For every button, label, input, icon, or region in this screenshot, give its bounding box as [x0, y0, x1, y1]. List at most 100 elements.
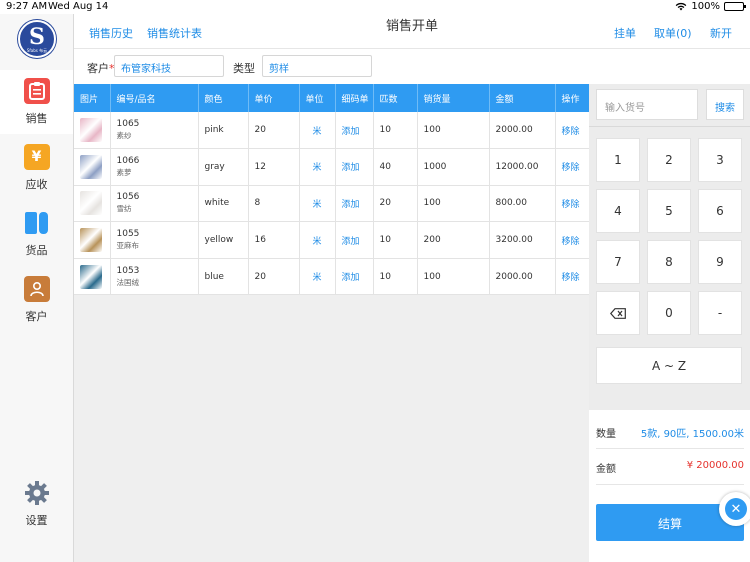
code-name-cell: 1065 素纱 [110, 112, 199, 150]
yen-icon: ¥ [23, 144, 50, 170]
order-summary: 数量 5款, 90匹, 1500.00米 金额 ¥ 20000.00 结算 ✕ [589, 410, 750, 562]
price-cell: 12 [248, 148, 300, 186]
unit-cell[interactable]: 米 [299, 185, 336, 223]
key-6[interactable]: 6 [698, 189, 742, 233]
sales-stats-link[interactable]: 销售统计表 [147, 25, 202, 41]
quantity-cell: 100 [417, 112, 490, 150]
logo-sub: Sfabs 布云 [26, 47, 48, 53]
unit-cell[interactable]: 米 [299, 221, 336, 259]
item-name: 雪纺 [116, 204, 132, 214]
table-row: 1053 法国绒 blue 20 米添加 10 100 2000.00 移除 [74, 258, 590, 296]
close-icon: ✕ [725, 498, 747, 520]
add-detail-button[interactable]: 添加 [335, 258, 374, 296]
color-cell: pink [198, 112, 249, 150]
key-5[interactable]: 5 [647, 189, 691, 233]
status-bar: 9:27 AM Wed Aug 14 100% [0, 0, 750, 14]
unit-cell[interactable]: 米 [299, 112, 336, 150]
key-backspace[interactable] [596, 291, 640, 335]
price-cell: 20 [248, 258, 300, 296]
app-logo: S Sfabs 布云 [18, 20, 56, 58]
remove-button[interactable]: 移除 [555, 185, 590, 223]
column-header: 匹数 [373, 84, 418, 112]
divider [589, 126, 750, 127]
divider [596, 484, 744, 485]
retrieve-order-button[interactable]: 取单(0) [654, 25, 692, 41]
status-date: Wed Aug 14 [48, 1, 109, 12]
table-row: 1066 素萝 gray 12 米添加 40 1000 12000.00 移除 [74, 148, 590, 186]
key-8[interactable]: 8 [647, 240, 691, 284]
sidebar-item-label: 货品 [25, 244, 48, 257]
pieces-cell: 10 [373, 112, 418, 150]
table-row: 1056 雪纺 white 8 米添加 20 100 800.00 移除 [74, 185, 590, 223]
fabric-roll-icon [24, 210, 50, 236]
code-name-cell: 1066 素萝 [110, 148, 199, 186]
new-order-button[interactable]: 新开 [710, 25, 732, 41]
add-detail-button[interactable]: 添加 [335, 148, 374, 186]
key-minus[interactable]: - [698, 291, 742, 335]
item-name: 法国绒 [116, 277, 140, 287]
amount-cell: 2000.00 [489, 258, 556, 296]
pieces-cell: 40 [373, 148, 418, 186]
battery-icon [724, 2, 746, 11]
item-code: 1066 [116, 155, 140, 166]
code-name-cell: 1055 亚麻布 [110, 221, 199, 259]
add-detail-button[interactable]: 添加 [335, 221, 374, 259]
add-detail-button[interactable]: 添加 [335, 112, 374, 150]
color-cell: gray [198, 148, 249, 186]
swatch-cell [74, 258, 111, 296]
sidebar-item-label: 设置 [25, 514, 48, 527]
swatch-cell [74, 112, 111, 150]
amount-row: 金额 ¥ 20000.00 [596, 460, 744, 475]
key-1[interactable]: 1 [596, 138, 640, 182]
type-field[interactable]: 剪样 [262, 55, 372, 77]
sidebar-item-customers[interactable]: 客户 [0, 268, 73, 332]
amount-cell: 12000.00 [489, 148, 556, 186]
amount-value: ¥ 20000.00 [686, 460, 744, 471]
key-7[interactable]: 7 [596, 240, 640, 284]
wifi-icon [676, 2, 687, 11]
swatch-cell [74, 185, 111, 223]
status-right: 100% [675, 1, 746, 12]
swatch-cell [74, 221, 111, 259]
sidebar-item-sales[interactable]: 销售 [0, 70, 73, 134]
key-9[interactable]: 9 [698, 240, 742, 284]
order-table-area: 图片 编号/品名 颜色 单价 单位 细码单 匹数 销货量 金额 操作 1065 素… [74, 84, 590, 562]
quantity-row: 数量 5款, 90匹, 1500.00米 [596, 425, 744, 440]
sidebar: S Sfabs 布云 销售 ¥ 应收 货品 客户 设置 [0, 14, 74, 562]
search-button[interactable]: 搜索 [706, 89, 744, 120]
remove-button[interactable]: 移除 [555, 148, 590, 186]
remove-button[interactable]: 移除 [555, 221, 590, 259]
item-name: 素萝 [116, 167, 132, 177]
remove-button[interactable]: 移除 [555, 112, 590, 150]
pieces-cell: 10 [373, 258, 418, 296]
right-panel: 输入货号 搜索 123 456 7890- A ~ Z 数量 5款, 90匹, 15… [589, 84, 750, 562]
customer-field[interactable]: 布管家科技 [114, 55, 224, 77]
table-header-row: 图片 编号/品名 颜色 单价 单位 细码单 匹数 销货量 金额 操作 [74, 84, 590, 112]
sidebar-item-settings[interactable]: 设置 [0, 472, 73, 536]
key-3[interactable]: 3 [698, 138, 742, 182]
sidebar-item-goods[interactable]: 货品 [0, 202, 73, 266]
sales-history-link[interactable]: 销售历史 [89, 25, 133, 41]
add-detail-button[interactable]: 添加 [335, 185, 374, 223]
unit-cell[interactable]: 米 [299, 148, 336, 186]
table-row: 1055 亚麻布 yellow 16 米添加 10 200 3200.00 移除 [74, 221, 590, 259]
key-a-to-z[interactable]: A ~ Z [596, 347, 742, 384]
sidebar-item-receivables[interactable]: ¥ 应收 [0, 136, 73, 200]
quantity-cell: 100 [417, 258, 490, 296]
remove-button[interactable]: 移除 [555, 258, 590, 296]
floating-action-button[interactable]: ✕ [719, 492, 750, 526]
unit-cell[interactable]: 米 [299, 258, 336, 296]
key-0[interactable]: 0 [647, 291, 691, 335]
quantity-label: 数量 [596, 429, 616, 440]
key-4[interactable]: 4 [596, 189, 640, 233]
quantity-value: 5款, 90匹, 1500.00米 [640, 429, 744, 440]
gear-icon [24, 480, 50, 506]
search-input[interactable]: 输入货号 [596, 89, 698, 120]
sidebar-item-label: 应收 [25, 178, 48, 191]
key-2[interactable]: 2 [647, 138, 691, 182]
table-row: 1065 素纱 pink 20 米添加 10 100 2000.00 移除 [74, 112, 590, 150]
fabric-thumbnail [80, 228, 102, 253]
hold-order-button[interactable]: 挂单 [614, 25, 636, 41]
logo-letter: S [29, 23, 45, 50]
amount-label: 金额 [596, 464, 616, 475]
